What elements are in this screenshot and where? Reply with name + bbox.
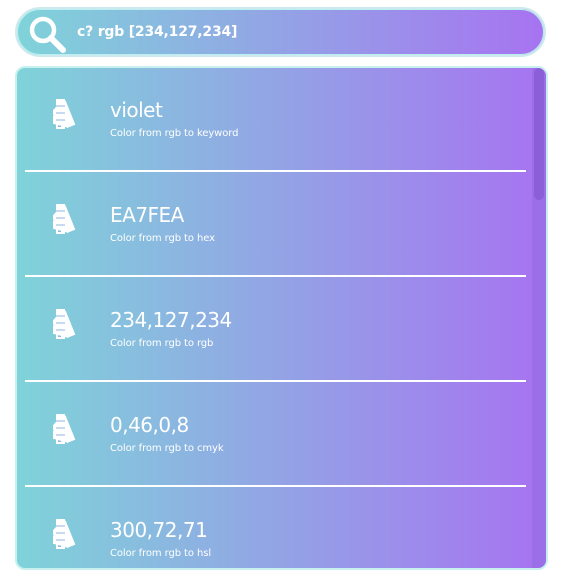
results-panel: violet Color from rgb to keyword EA7FEA …: [15, 66, 548, 570]
result-title: EA7FEA: [110, 203, 184, 227]
result-subtitle: Color from rgb to cmyk: [110, 443, 224, 454]
result-item[interactable]: 0,46,0,8 Color from rgb to cmyk: [17, 383, 533, 487]
result-subtitle: Color from rgb to rgb: [110, 338, 214, 349]
divider: [25, 380, 526, 382]
result-title: 234,127,234: [110, 308, 232, 332]
color-swatch-icon: [53, 519, 76, 549]
divider: [25, 170, 526, 172]
divider: [25, 485, 526, 487]
result-item[interactable]: violet Color from rgb to keyword: [17, 68, 533, 172]
result-subtitle: Color from rgb to hsl: [110, 548, 211, 559]
search-icon: [29, 16, 66, 53]
color-swatch-icon: [53, 99, 76, 129]
color-swatch-icon: [53, 204, 76, 234]
results-list: violet Color from rgb to keyword EA7FEA …: [17, 68, 533, 568]
divider: [25, 275, 526, 277]
result-item[interactable]: 300,72,71 Color from rgb to hsl: [17, 488, 533, 568]
result-subtitle: Color from rgb to hex: [110, 233, 215, 244]
result-title: 300,72,71: [110, 518, 208, 542]
color-swatch-icon: [53, 414, 76, 444]
scrollbar[interactable]: [532, 68, 546, 568]
result-item[interactable]: EA7FEA Color from rgb to hex: [17, 173, 533, 277]
result-item[interactable]: 234,127,234 Color from rgb to rgb: [17, 278, 533, 382]
result-subtitle: Color from rgb to keyword: [110, 128, 239, 139]
search-bar[interactable]: [15, 7, 546, 57]
scroll-thumb[interactable]: [534, 68, 544, 200]
result-title: 0,46,0,8: [110, 413, 189, 437]
result-title: violet: [110, 98, 163, 122]
color-swatch-icon: [53, 309, 76, 339]
search-input[interactable]: [77, 9, 517, 55]
